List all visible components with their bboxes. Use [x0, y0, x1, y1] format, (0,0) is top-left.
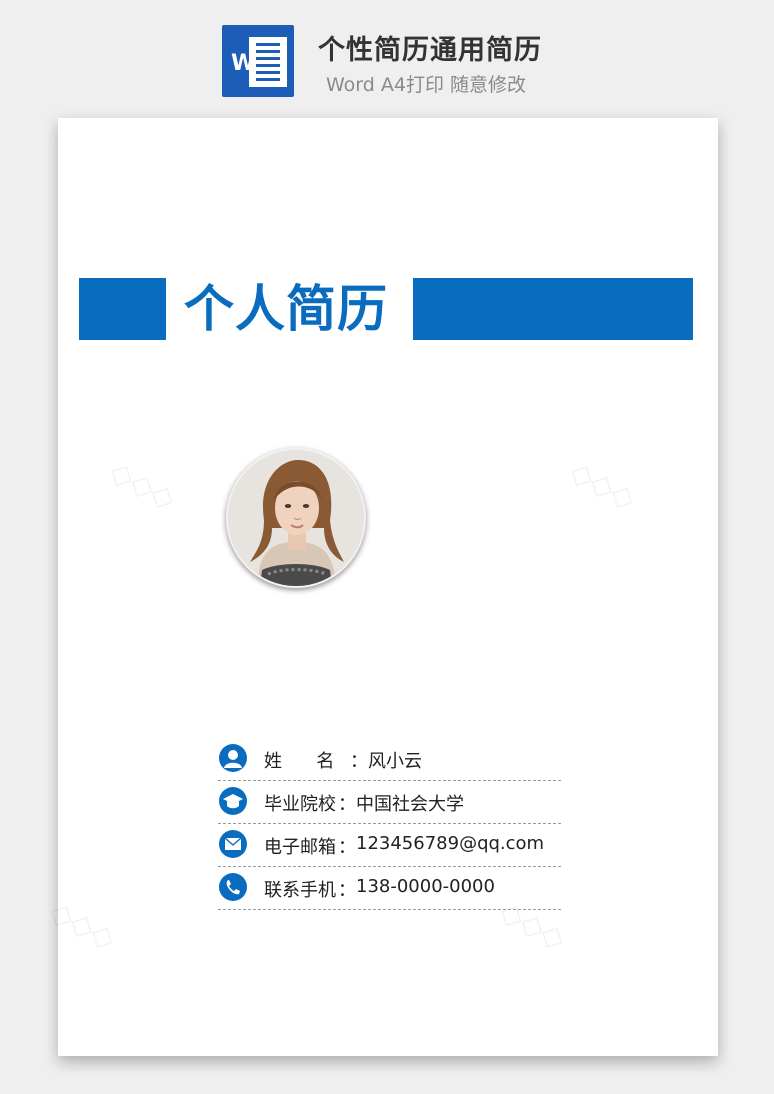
banner-subtitle: Word A4打印 随意修改	[326, 74, 527, 96]
avatar	[226, 448, 366, 588]
info-separator: ：	[338, 837, 356, 858]
watermark: ◇◇◇	[103, 453, 182, 518]
resume-title: 个人简历	[184, 280, 388, 338]
info-label: 电子邮箱	[264, 837, 336, 858]
info-label: 姓 名	[264, 751, 335, 772]
info-row-email: 电子邮箱 ： 123456789@qq.com	[218, 824, 561, 867]
info-value: 123456789@qq.com	[356, 833, 545, 854]
watermark: ◇◇◇	[563, 453, 642, 518]
info-separator: ：	[338, 794, 356, 815]
info-value: 风小云	[368, 751, 422, 772]
info-row-name: 姓 名 ： 风小云	[218, 738, 561, 781]
info-row-school: 毕业院校 ： 中国社会大学	[218, 781, 561, 824]
info-label: 毕业院校	[264, 794, 336, 815]
mail-icon	[219, 830, 247, 858]
resume-page: ◇◇◇ ◇◇◇ ◇◇◇ ◇◇◇ 个人简历 姓 名 ： 风小云 毕业院校 ： 中国…	[44, 118, 718, 1056]
title-band-right	[413, 278, 693, 340]
contact-info-list: 姓 名 ： 风小云 毕业院校 ： 中国社会大学 电子邮箱 ： 123456789…	[218, 738, 561, 910]
info-label: 联系手机	[264, 880, 336, 901]
info-value: 中国社会大学	[356, 794, 464, 815]
graduation-cap-icon	[219, 787, 247, 815]
word-icon: W	[222, 25, 294, 97]
info-value: 138-0000-0000	[356, 876, 495, 897]
top-banner: W 个性简历通用简历 Word A4打印 随意修改	[0, 0, 774, 110]
title-band-left	[79, 278, 166, 340]
word-icon-letter: W	[231, 51, 256, 76]
info-separator: ：	[338, 880, 356, 901]
watermark: ◇◇◇	[43, 893, 122, 958]
banner-title: 个性简历通用简历	[318, 35, 542, 66]
phone-icon	[219, 873, 247, 901]
user-icon	[219, 744, 247, 772]
info-row-phone: 联系手机 ： 138-0000-0000	[218, 867, 561, 910]
info-separator: ：	[350, 751, 368, 772]
portrait-photo	[228, 450, 364, 586]
